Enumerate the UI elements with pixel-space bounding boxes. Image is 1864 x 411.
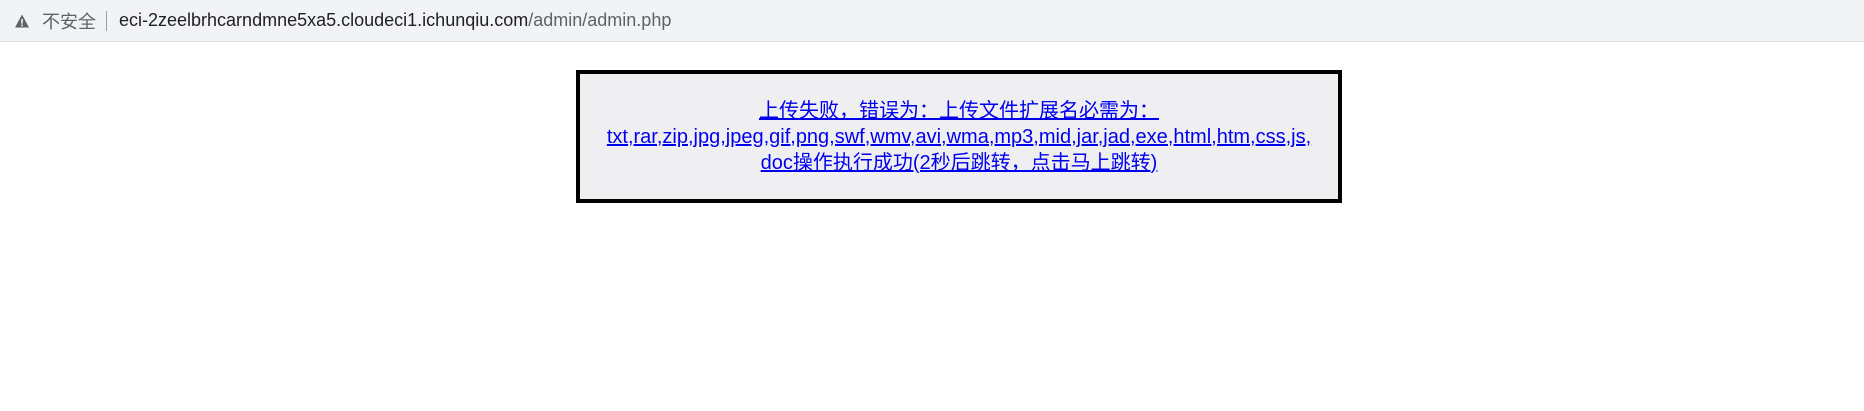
page-content: 上传失败，错误为：上传文件扩展名必需为： txt,rar,zip,jpg,jpe… xyxy=(0,42,1864,411)
url-path: /admin/admin.php xyxy=(528,10,672,30)
message-line-3: doc操作执行成功(2秒后跳转，点击马上跳转) xyxy=(760,151,1158,174)
url-text[interactable]: eci-2zeelbrhcarndmne5xa5.cloudeci1.ichun… xyxy=(119,10,671,31)
security-status-label[interactable]: 不安全 xyxy=(42,8,96,34)
address-bar[interactable]: 不安全 eci-2zeelbrhcarndmne5xa5.cloudeci1.i… xyxy=(0,0,1864,42)
warning-triangle-icon[interactable] xyxy=(14,13,30,29)
url-divider xyxy=(106,10,107,31)
message-box: 上传失败，错误为：上传文件扩展名必需为： txt,rar,zip,jpg,jpe… xyxy=(576,70,1342,203)
redirect-message-link[interactable]: 上传失败，错误为：上传文件扩展名必需为： txt,rar,zip,jpg,jpe… xyxy=(584,98,1334,176)
url-host: eci-2zeelbrhcarndmne5xa5.cloudeci1.ichun… xyxy=(119,10,529,30)
message-line-1: 上传失败，错误为：上传文件扩展名必需为： xyxy=(759,99,1159,122)
message-line-2: txt,rar,zip,jpg,jpeg,gif,png,swf,wmv,avi… xyxy=(606,125,1312,148)
